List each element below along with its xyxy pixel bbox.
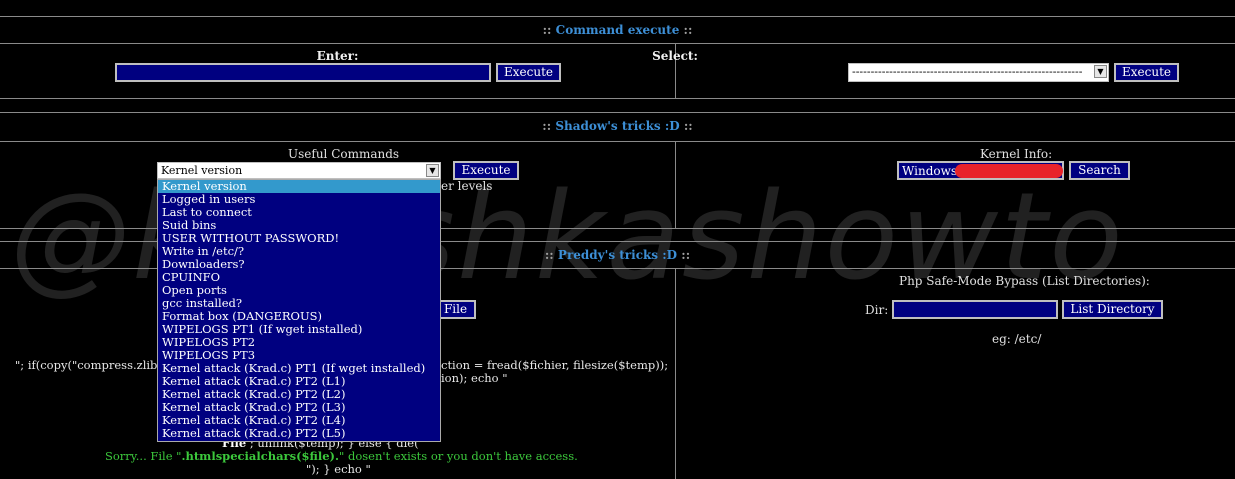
- list-directory-button[interactable]: List Directory: [1062, 300, 1163, 319]
- hidden-option-text: er levels: [441, 179, 493, 193]
- dropdown-option[interactable]: Kernel attack (Krad.c) PT2 (L5): [158, 427, 440, 440]
- divider: [675, 141, 676, 229]
- command-input[interactable]: [115, 63, 491, 82]
- useful-commands-dropdown-list[interactable]: Kernel version Logged in users Last to con…: [157, 179, 441, 442]
- useful-commands-select[interactable]: Kernel version ▼: [157, 162, 441, 179]
- chevron-down-icon: ▼: [426, 164, 439, 177]
- execute-command-button[interactable]: Execute: [496, 63, 561, 82]
- command-select[interactable]: ----------------------------------------…: [848, 63, 1109, 82]
- search-button[interactable]: Search: [1069, 161, 1130, 180]
- dir-input[interactable]: [892, 300, 1058, 319]
- code-fragment: "); } echo ": [306, 462, 371, 476]
- error-message: Sorry... File ".htmlspecialchars($file).…: [105, 449, 578, 463]
- dir-label: Dir:: [865, 303, 889, 317]
- divider: [0, 43, 1235, 44]
- divider: [675, 268, 676, 479]
- code-fragment: "; if(copy("compress.zlib:/: [15, 358, 166, 372]
- kernel-info-value: Windows: [902, 164, 958, 178]
- redaction-mark: [955, 164, 1063, 178]
- divider: [0, 98, 1235, 99]
- safe-mode-label: Php Safe-Mode Bypass (List Directories):: [899, 274, 1150, 288]
- command-select-value: ----------------------------------------…: [852, 65, 1083, 78]
- divider: [0, 141, 1235, 142]
- dir-example: eg: /etc/: [992, 332, 1042, 346]
- file-button[interactable]: File: [435, 300, 476, 319]
- useful-commands-label: Useful Commands: [288, 147, 400, 161]
- divider: [0, 16, 1235, 17]
- divider: [0, 112, 1235, 113]
- useful-commands-execute-button[interactable]: Execute: [453, 161, 519, 180]
- kernel-info-label: Kernel Info:: [980, 147, 1053, 161]
- useful-commands-selected: Kernel version: [161, 164, 243, 177]
- select-label: Select:: [652, 49, 698, 63]
- section-title-command-execute: :: Command execute ::: [542, 23, 693, 37]
- code-fragment: ion); echo ": [441, 371, 508, 385]
- code-fragment: ction = fread($fichier, filesize($temp))…: [441, 358, 669, 372]
- execute-select-button[interactable]: Execute: [1114, 63, 1179, 82]
- section-title-shadows-tricks: :: Shadow's tricks :D ::: [542, 119, 693, 133]
- chevron-down-icon: ▼: [1094, 65, 1107, 78]
